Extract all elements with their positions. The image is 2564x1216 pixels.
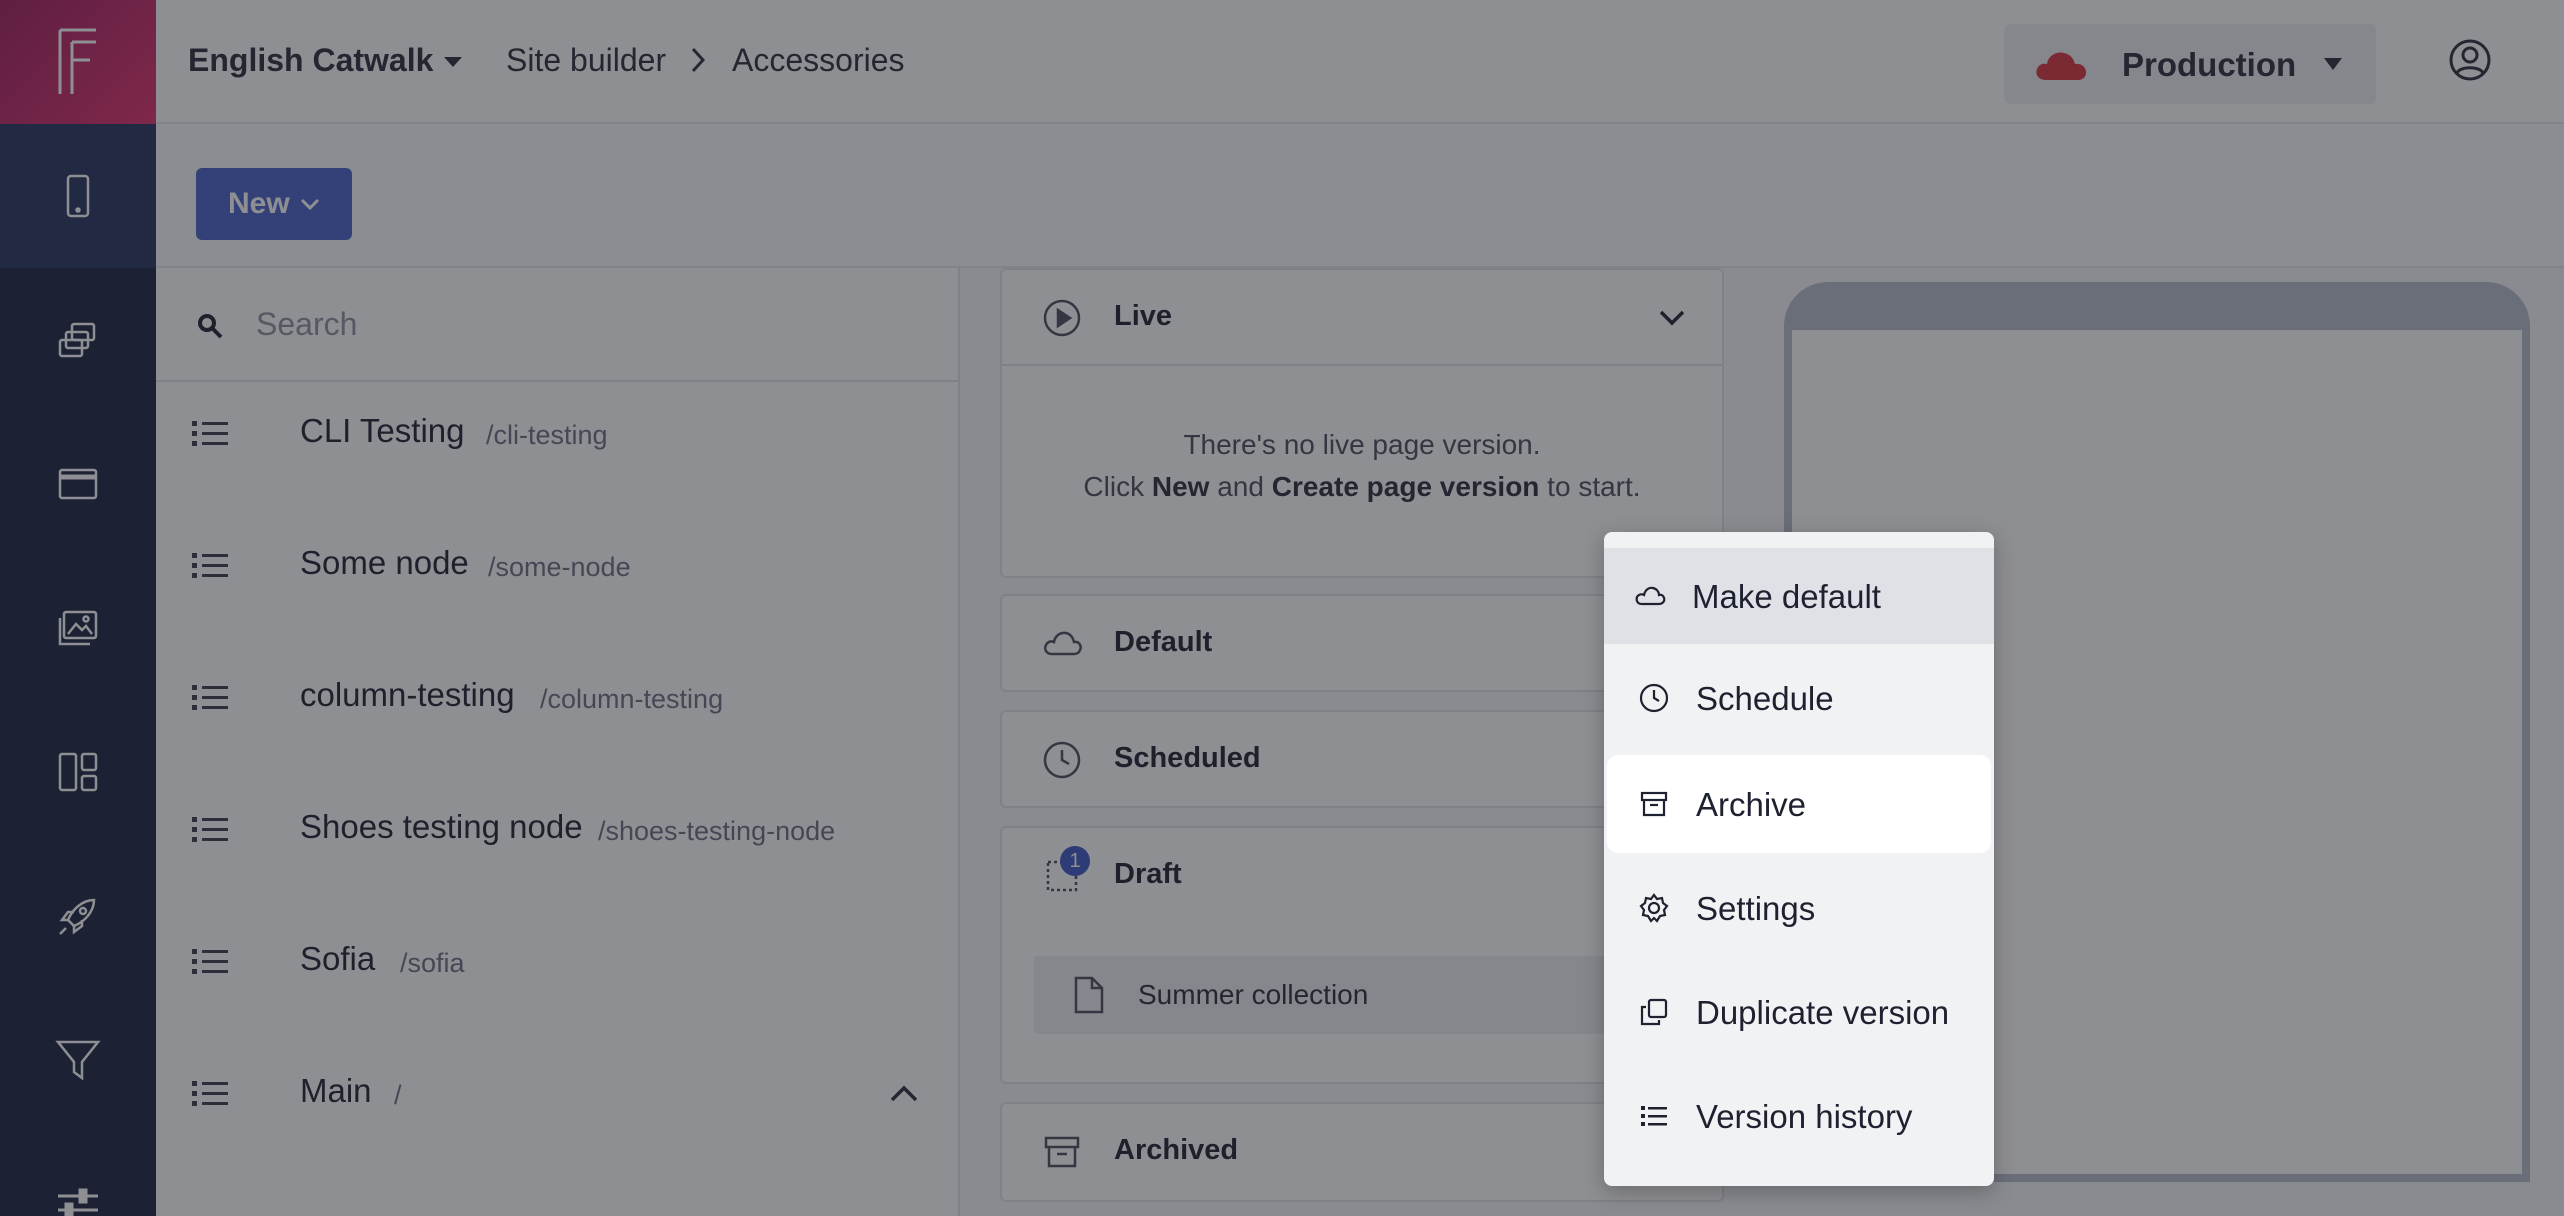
cloud-icon <box>1635 586 1666 606</box>
duplicate-icon <box>1640 998 1668 1026</box>
clock-icon <box>1639 683 1669 713</box>
menu-item-label: Make default <box>1692 578 1881 615</box>
menu-item-make-default[interactable]: Make default <box>1604 548 1994 644</box>
menu-item-label: Settings <box>1696 890 1816 927</box>
menu-item-label: Duplicate version <box>1696 994 1950 1031</box>
menu-item-duplicate-version[interactable]: Duplicate version <box>1608 964 1990 1060</box>
version-context-menu: Make default Schedule Archive Settings D… <box>1604 532 1994 1186</box>
menu-item-label: Schedule <box>1696 680 1834 717</box>
menu-item-settings[interactable]: Settings <box>1608 860 1990 956</box>
menu-item-label: Archive <box>1696 786 1807 823</box>
menu-item-version-history[interactable]: Version history <box>1608 1068 1990 1164</box>
menu-item-archive[interactable]: Archive <box>1608 756 1990 852</box>
menu-item-schedule[interactable]: Schedule <box>1608 650 1990 746</box>
list-icon <box>1641 1106 1667 1126</box>
menu-item-label: Version history <box>1696 1098 1913 1135</box>
archive-icon <box>1640 791 1668 817</box>
modal-overlay[interactable] <box>0 0 2564 1216</box>
gear-icon <box>1639 893 1669 923</box>
